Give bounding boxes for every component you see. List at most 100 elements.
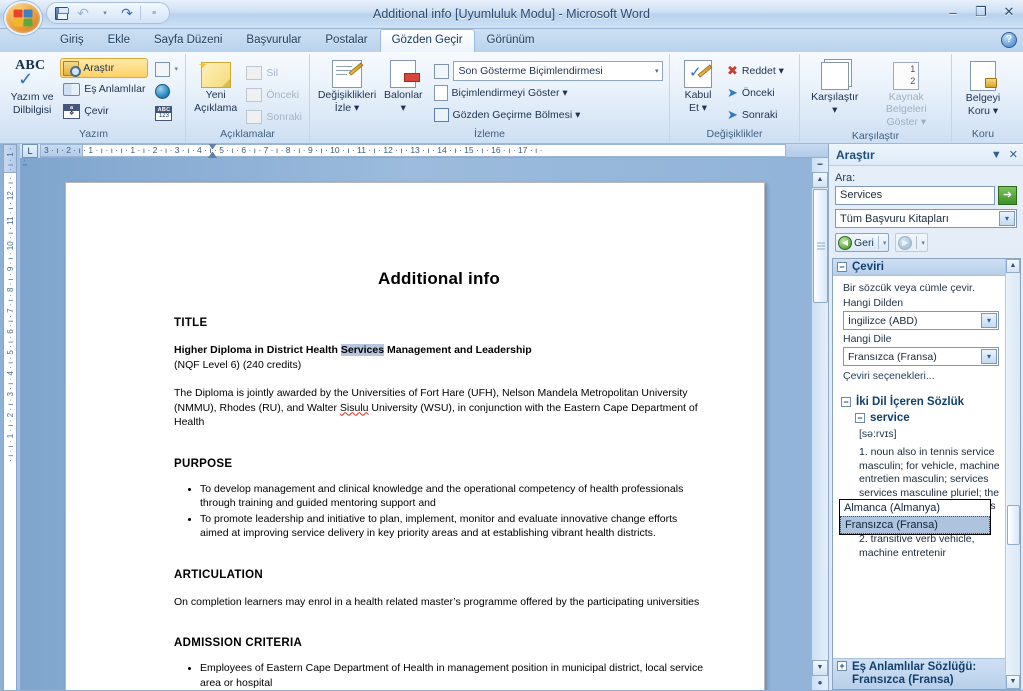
dictionary-word-header[interactable]: − service (833, 412, 1005, 424)
back-divider (877, 236, 879, 249)
restore-button[interactable]: ❐ (971, 4, 991, 20)
from-language-select[interactable]: İngilizce (ABD) ▾ (843, 311, 999, 330)
translation-options-link[interactable]: Çeviri seçenekleri... (843, 370, 999, 382)
dropdown-option-french[interactable]: Fransızca (Fransa) (840, 516, 990, 534)
save-button[interactable] (51, 4, 71, 22)
selected-text-services[interactable]: Services (340, 344, 385, 356)
spelling-grammar-button[interactable]: ABC ✓ Yazım ve Dilbilgisi (6, 58, 58, 118)
compare-button[interactable]: Karşılaştır ▾ (804, 58, 866, 118)
scrollbar-track-upper[interactable] (1007, 273, 1020, 505)
delete-comment-button[interactable]: Sil (243, 62, 305, 84)
previous-comment-button[interactable]: Önceki (243, 84, 305, 106)
reference-scope-select[interactable]: Tüm Başvuru Kitapları ▾ (835, 209, 1017, 228)
window-controls[interactable]: – ❐ ✕ (943, 4, 1019, 20)
tab-basvurular[interactable]: Başvurular (234, 29, 313, 52)
research-results-scrollbar[interactable]: ▲ ▼ (1005, 259, 1020, 689)
translate-section-header[interactable]: − Çeviri (833, 259, 1005, 276)
thesaurus-section-header[interactable]: + Eş Anlamlılar Sözlüğü: Fransızca (Fran… (833, 658, 1005, 689)
new-comment-label-line2: Açıklama (194, 102, 238, 114)
chevron-down-icon[interactable]: ▾ (981, 349, 997, 364)
document-vertical-scrollbar[interactable]: ━ ▲ ▼ ● (811, 158, 828, 690)
document-page[interactable]: Additional info TITLE Higher Diploma in … (65, 182, 765, 690)
tab-giris[interactable]: Giriş (48, 29, 96, 52)
dictionary-word: service (870, 412, 910, 424)
research-pane-controls[interactable]: ▼ ✕ (991, 148, 1018, 162)
redo-button[interactable]: ↷ (117, 4, 137, 22)
scroll-up-button[interactable]: ▲ (1006, 259, 1020, 273)
back-button[interactable]: ◀ Geri ▾ (835, 233, 890, 252)
research-button[interactable]: Araştır (60, 58, 149, 78)
chevron-down-icon[interactable]: ▾ (883, 239, 887, 247)
expand-icon[interactable]: + (837, 661, 847, 671)
scrollbar-track[interactable] (813, 303, 828, 660)
word-count-button[interactable]: ABC 123 (152, 102, 181, 124)
set-language-button[interactable] (152, 80, 181, 102)
dictionary-section-header[interactable]: − İki Dil İçeren Sözlük (833, 396, 1005, 408)
thesaurus-title-line1: Eş Anlamlılar Sözlüğü: (852, 661, 977, 673)
minimize-button[interactable]: – (943, 5, 963, 20)
balloons-button[interactable]: Balonlar ▾ (380, 58, 427, 116)
tab-ekle[interactable]: Ekle (96, 29, 142, 52)
chevron-down-icon[interactable]: ▾ (981, 313, 997, 328)
horizontal-ruler[interactable]: L 3 · ı · 2 · ı · 1 · ı · ı · ı · 1 · ı … (20, 144, 828, 158)
vertical-ruler[interactable]: · ı · 1 · ı · 2 · ı · ı · 1 · ı · 2 · ı … (0, 144, 29, 690)
reject-button[interactable]: ✖ Reddet ▾ (724, 60, 787, 82)
to-language-dropdown-list[interactable]: Almanca (Almanya) Fransızca (Fransa) (839, 499, 991, 535)
start-search-button[interactable]: ➜ (998, 186, 1017, 205)
scrollbar-track-lower[interactable] (1007, 545, 1020, 675)
dropdown-option-german[interactable]: Almanca (Almanya) (840, 500, 990, 516)
scroll-down-button[interactable]: ▼ (1006, 675, 1020, 689)
collapse-icon[interactable]: − (841, 397, 851, 407)
customize-qat-button[interactable]: ≡ (144, 4, 164, 22)
show-markup-button[interactable]: Biçimlendirmeyi Göster ▾ (431, 82, 666, 104)
scrollbar-thumb[interactable] (1006, 505, 1020, 545)
office-button[interactable] (4, 1, 42, 35)
scroll-down-button[interactable]: ▼ (812, 660, 828, 676)
undo-dropdown-button[interactable]: ▾ (95, 4, 115, 22)
hanging-indent-marker[interactable] (208, 151, 217, 158)
balloons-icon (390, 60, 421, 88)
tab-postalar[interactable]: Postalar (313, 29, 379, 52)
horizontal-ruler-track[interactable]: 3 · ı · 2 · ı · 1 · ı · ı · ı · 1 · ı · … (40, 144, 786, 158)
search-input[interactable]: Services (835, 186, 995, 205)
protect-document-button[interactable]: Belgeyi Koru ▾ (956, 58, 1010, 119)
document-heading-title: Additional info (378, 269, 500, 288)
forward-button[interactable]: ▶ ▾ (895, 233, 928, 252)
display-for-review-combo[interactable]: Son Gösterme Biçimlendirmesi ▾ (452, 61, 663, 81)
undo-button[interactable]: ↶ (73, 4, 93, 22)
track-changes-button[interactable]: Değişiklikleri İzle ▾ (314, 58, 380, 116)
pane-menu-icon[interactable]: ▼ (991, 149, 1002, 161)
collapse-icon[interactable]: − (855, 413, 865, 423)
tab-gorunum[interactable]: Görünüm (475, 29, 547, 52)
show-source-documents-button[interactable]: 12 Kaynak Belgeleri Göster ▾ (866, 58, 947, 130)
document-content[interactable]: Additional info TITLE Higher Diploma in … (66, 269, 764, 690)
next-comment-button[interactable]: Sonraki (243, 106, 305, 128)
close-icon[interactable]: ✕ (1009, 148, 1018, 161)
thesaurus-button[interactable]: Eş Anlamlılar (60, 78, 148, 100)
close-button[interactable]: ✕ (999, 4, 1019, 20)
next-change-button[interactable]: ➤ Sonraki (724, 104, 787, 126)
new-comment-button[interactable]: ✦ Yeni Açıklama (190, 58, 241, 116)
reviewing-pane-button[interactable]: Gözden Geçirme Bölmesi ▾ (431, 104, 666, 126)
quick-access-toolbar[interactable]: ↶ ▾ ↷ ≡ (46, 2, 170, 24)
tab-gozden-gecir[interactable]: Gözden Geçir (379, 29, 475, 52)
translation-screentip-button[interactable]: ▾ (152, 58, 181, 80)
split-handle[interactable]: ━ (812, 158, 828, 172)
to-language-select[interactable]: Fransızca (Fransa) ▾ (843, 347, 999, 366)
chevron-down-icon[interactable]: ▾ (999, 211, 1015, 226)
translate-button[interactable]: a ❖ Çevir (60, 100, 148, 122)
scroll-up-button[interactable]: ▲ (812, 172, 828, 188)
tab-sayfa-duzeni[interactable]: Sayfa Düzeni (142, 29, 234, 52)
accept-button[interactable]: ✓ Kabul Et ▾ (674, 58, 722, 116)
ribbon-tab-strip[interactable]: Giriş Ekle Sayfa Düzeni Başvurular Posta… (0, 29, 1023, 52)
first-line-indent-marker[interactable] (208, 144, 217, 150)
scrollbar-thumb[interactable] (812, 189, 828, 303)
document-heading-articulation: ARTICULATION (174, 568, 263, 581)
chevron-down-icon[interactable]: ▾ (921, 239, 925, 247)
collapse-icon[interactable]: − (837, 262, 847, 272)
help-icon[interactable]: ? (1001, 32, 1017, 48)
select-browse-object-button[interactable]: ● (812, 676, 828, 690)
previous-change-button[interactable]: ➤ Önceki (724, 82, 787, 104)
display-for-review-row[interactable]: Son Gösterme Biçimlendirmesi ▾ (431, 60, 666, 82)
tab-stop-selector[interactable]: L (22, 144, 38, 158)
